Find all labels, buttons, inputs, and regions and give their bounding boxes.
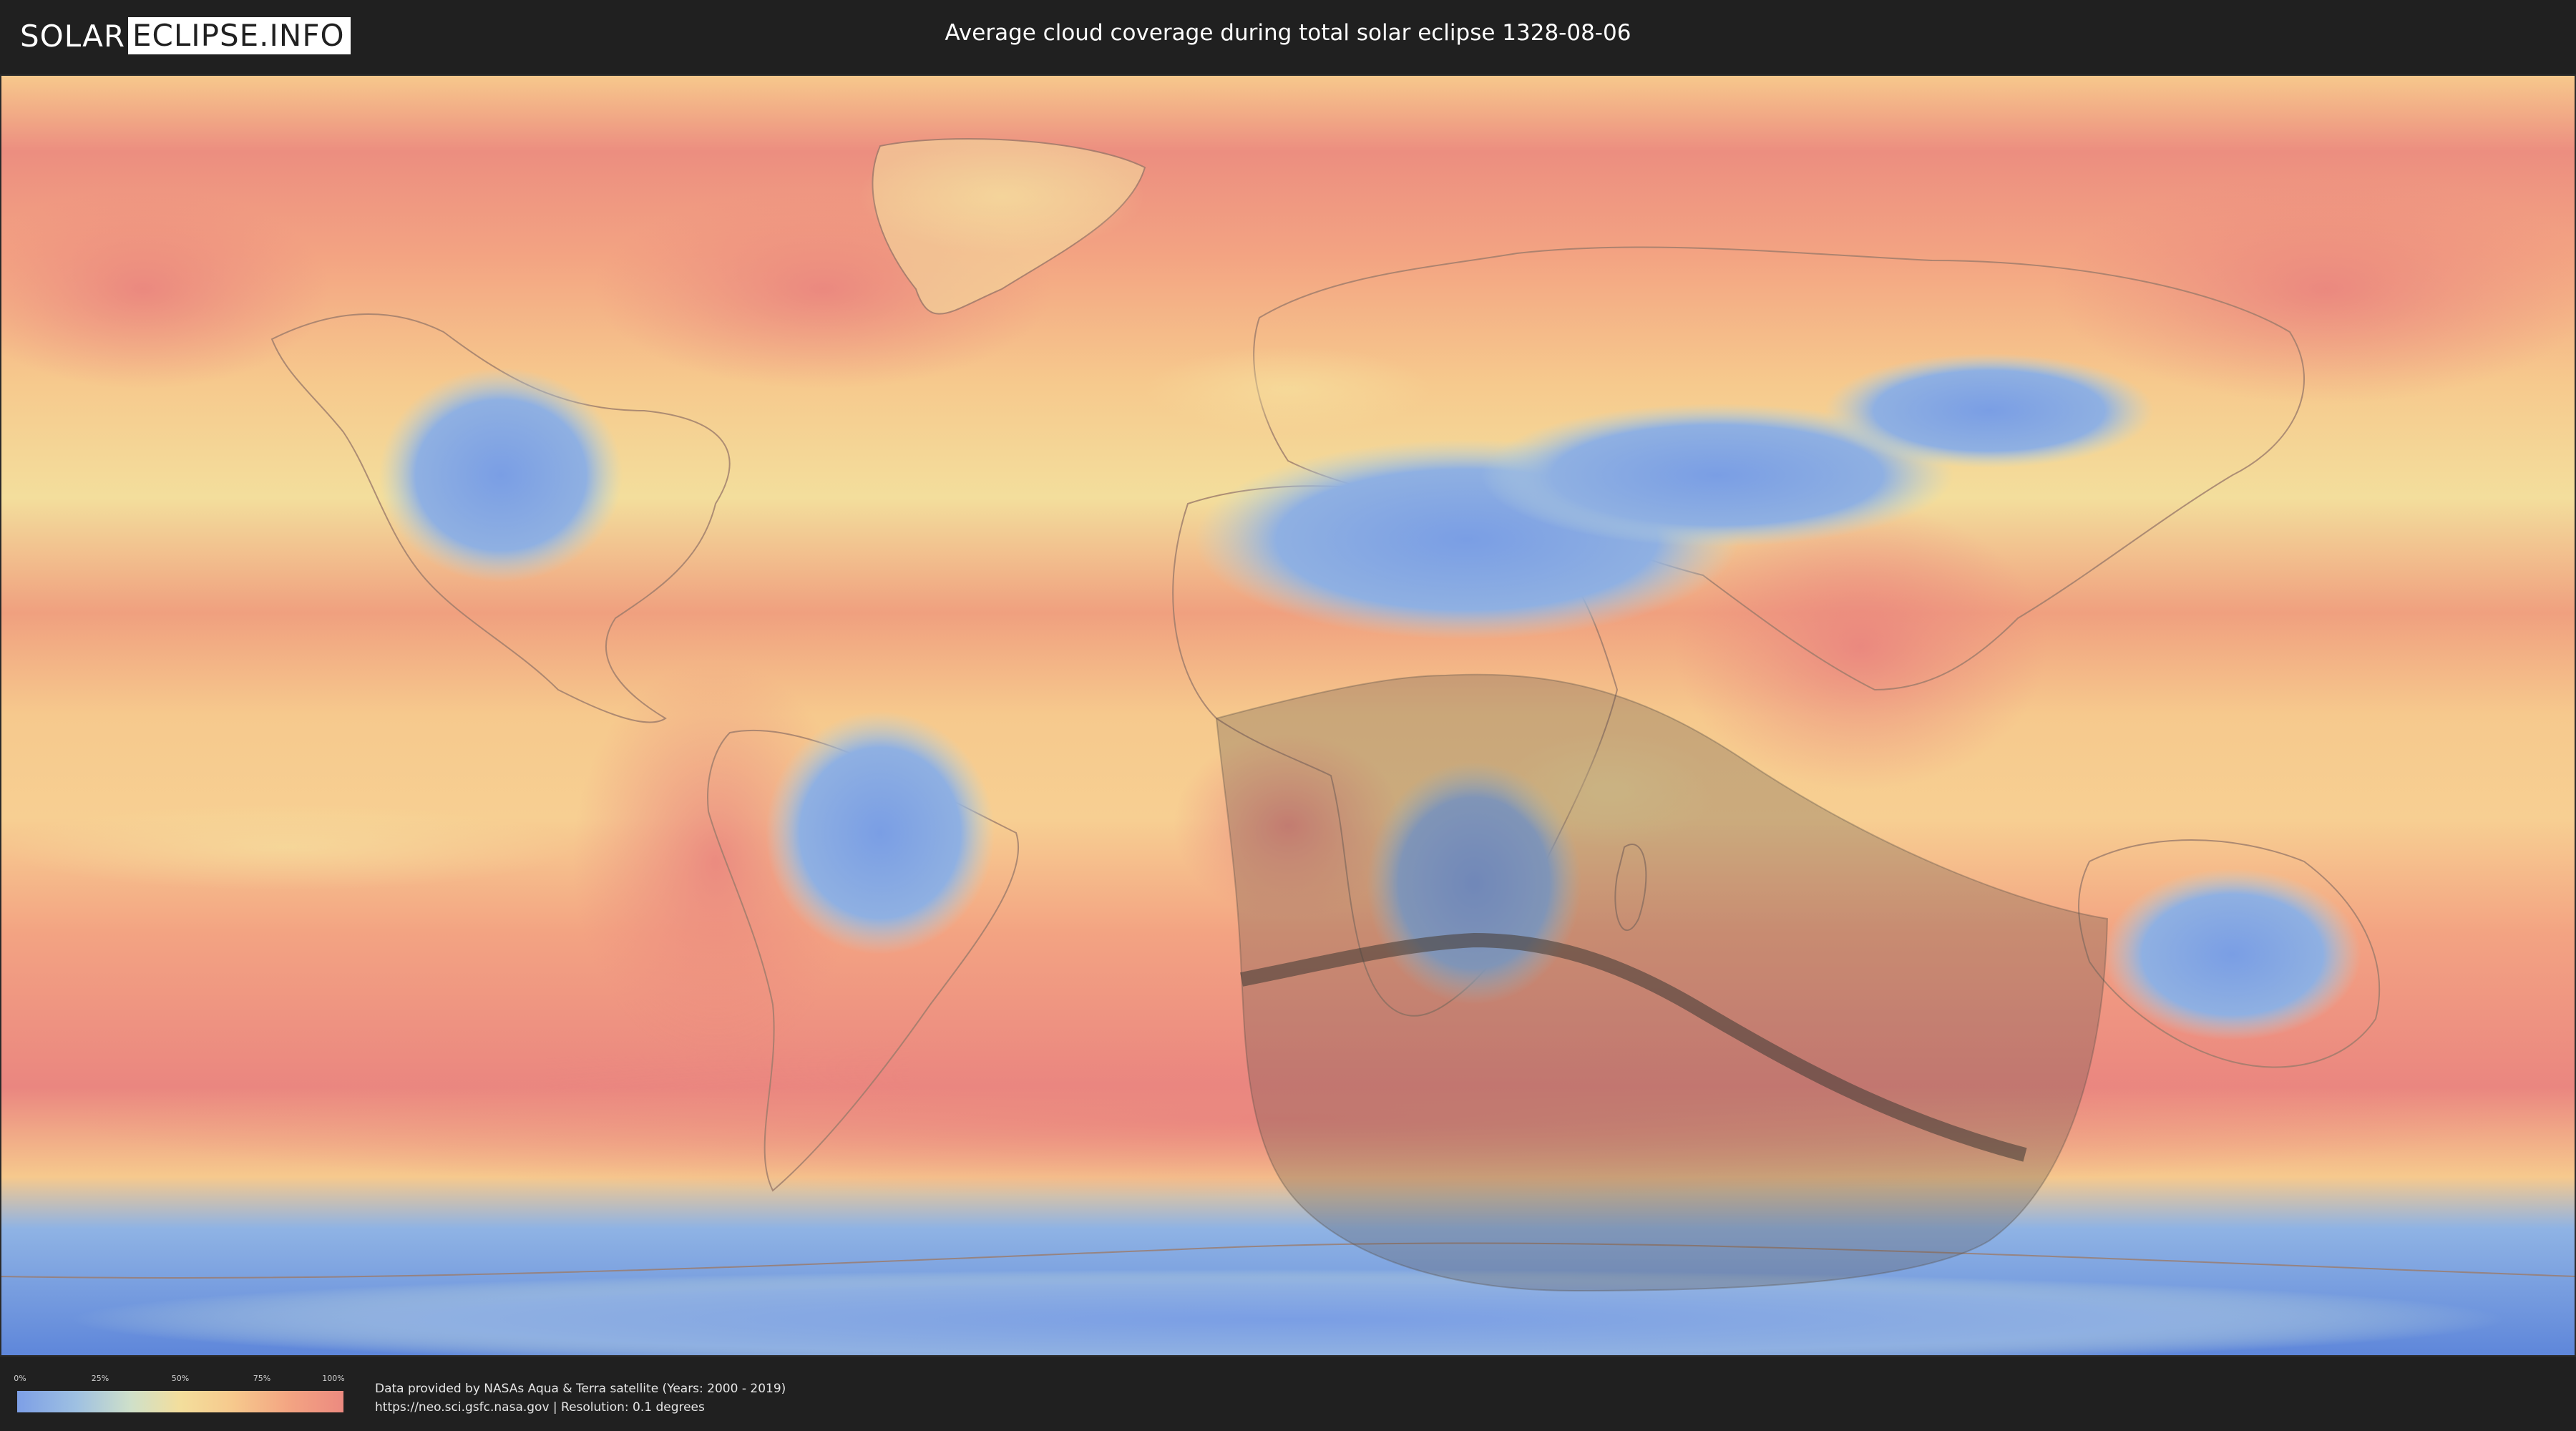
header-bar: SOLAR ECLIPSE.INFO Average cloud coverag… [0, 0, 2576, 73]
app-root: SOLAR ECLIPSE.INFO Average cloud coverag… [0, 0, 2576, 1431]
legend-tick-0: 0% [14, 1374, 26, 1383]
legend-tick-50: 50% [171, 1374, 190, 1383]
credits-line-1: Data provided by NASAs Aqua & Terra sate… [375, 1382, 786, 1396]
legend-color-scale [17, 1391, 343, 1412]
data-credits: Data provided by NASAs Aqua & Terra sate… [375, 1379, 786, 1417]
legend-tick-25: 25% [91, 1374, 109, 1383]
credits-line-2[interactable]: https://neo.sci.gsfc.nasa.gov | Resoluti… [375, 1398, 786, 1417]
legend-tick-75: 75% [253, 1374, 271, 1383]
cloud-coverage-map[interactable] [0, 74, 2576, 1357]
footer-bar: 0% 25% 50% 75% 100% Data provided by NAS… [0, 1359, 2576, 1431]
cloud-coverage-legend: 0% 25% 50% 75% 100% [14, 1374, 345, 1414]
map-canvas [0, 74, 2576, 1357]
legend-tick-100: 100% [322, 1374, 345, 1383]
page-title: Average cloud coverage during total sola… [945, 20, 1631, 46]
